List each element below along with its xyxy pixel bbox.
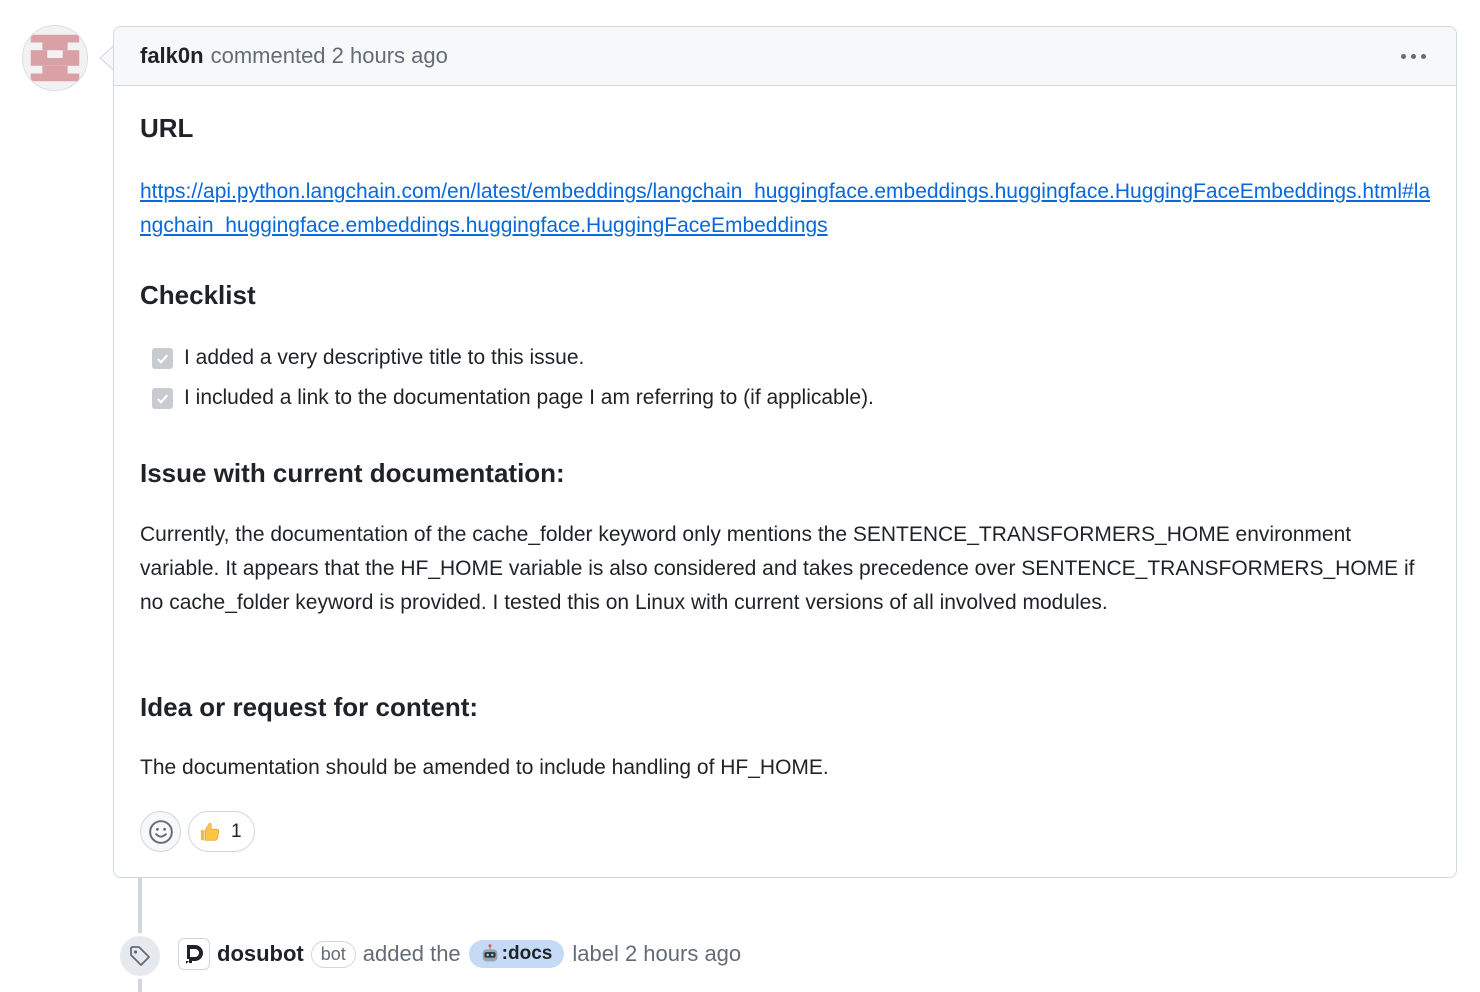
bot-avatar[interactable] — [178, 938, 210, 970]
kebab-horizontal-icon[interactable] — [1401, 46, 1426, 66]
heading-idea: Idea or request for content: — [140, 692, 479, 722]
checkbox-checked[interactable] — [152, 347, 173, 369]
comment-box: falk0n commented 2 hours ago URL https:/… — [113, 26, 1457, 878]
bot-badge: bot — [310, 940, 356, 968]
checklist: I added a very descriptive title to this… — [152, 338, 874, 418]
checklist-item: I included a link to the documentation p… — [152, 378, 874, 418]
add-reaction-button[interactable] — [140, 811, 181, 852]
reaction-count: 1 — [231, 820, 242, 842]
idea-paragraph: The documentation should be amended to i… — [140, 756, 829, 779]
robot-icon — [482, 944, 498, 962]
reaction-thumbs-up[interactable]: 1 — [188, 811, 255, 852]
checklist-item-label: I included a link to the documentation p… — [184, 386, 874, 409]
checklist-item: I added a very descriptive title to this… — [152, 338, 874, 378]
event-action: added the — [362, 941, 461, 966]
documentation-link[interactable]: https://api.python.langchain.com/en/late… — [140, 175, 1436, 243]
comment-header: falk0n commented 2 hours ago — [114, 27, 1456, 86]
comment-timestamp[interactable]: commented 2 hours ago — [211, 43, 448, 69]
reactions-bar: 1 — [140, 811, 255, 852]
avatar[interactable] — [22, 25, 88, 91]
smiley-icon — [148, 819, 173, 844]
tag-icon — [117, 933, 163, 979]
checkbox-checked[interactable] — [152, 387, 173, 409]
issue-paragraph: Currently, the documentation of the cach… — [140, 523, 1415, 614]
heading-url: URL — [140, 113, 194, 143]
heading-checklist: Checklist — [140, 280, 256, 310]
identicon — [23, 26, 87, 90]
dosubot-logo-icon — [186, 945, 203, 964]
heading-issue: Issue with current documentation: — [140, 458, 565, 488]
docs-label[interactable]: :docs — [468, 940, 565, 968]
actor-link[interactable]: dosubot — [217, 941, 304, 967]
checklist-item-label: I added a very descriptive title to this… — [184, 346, 585, 369]
event-suffix[interactable]: label 2 hours ago — [572, 941, 741, 967]
label-text: :docs — [501, 943, 553, 964]
thumbs-up-icon — [200, 822, 220, 841]
author-link[interactable]: falk0n — [140, 43, 204, 69]
label-event: dosubot bot added the :docs label 2 hour… — [178, 937, 741, 971]
